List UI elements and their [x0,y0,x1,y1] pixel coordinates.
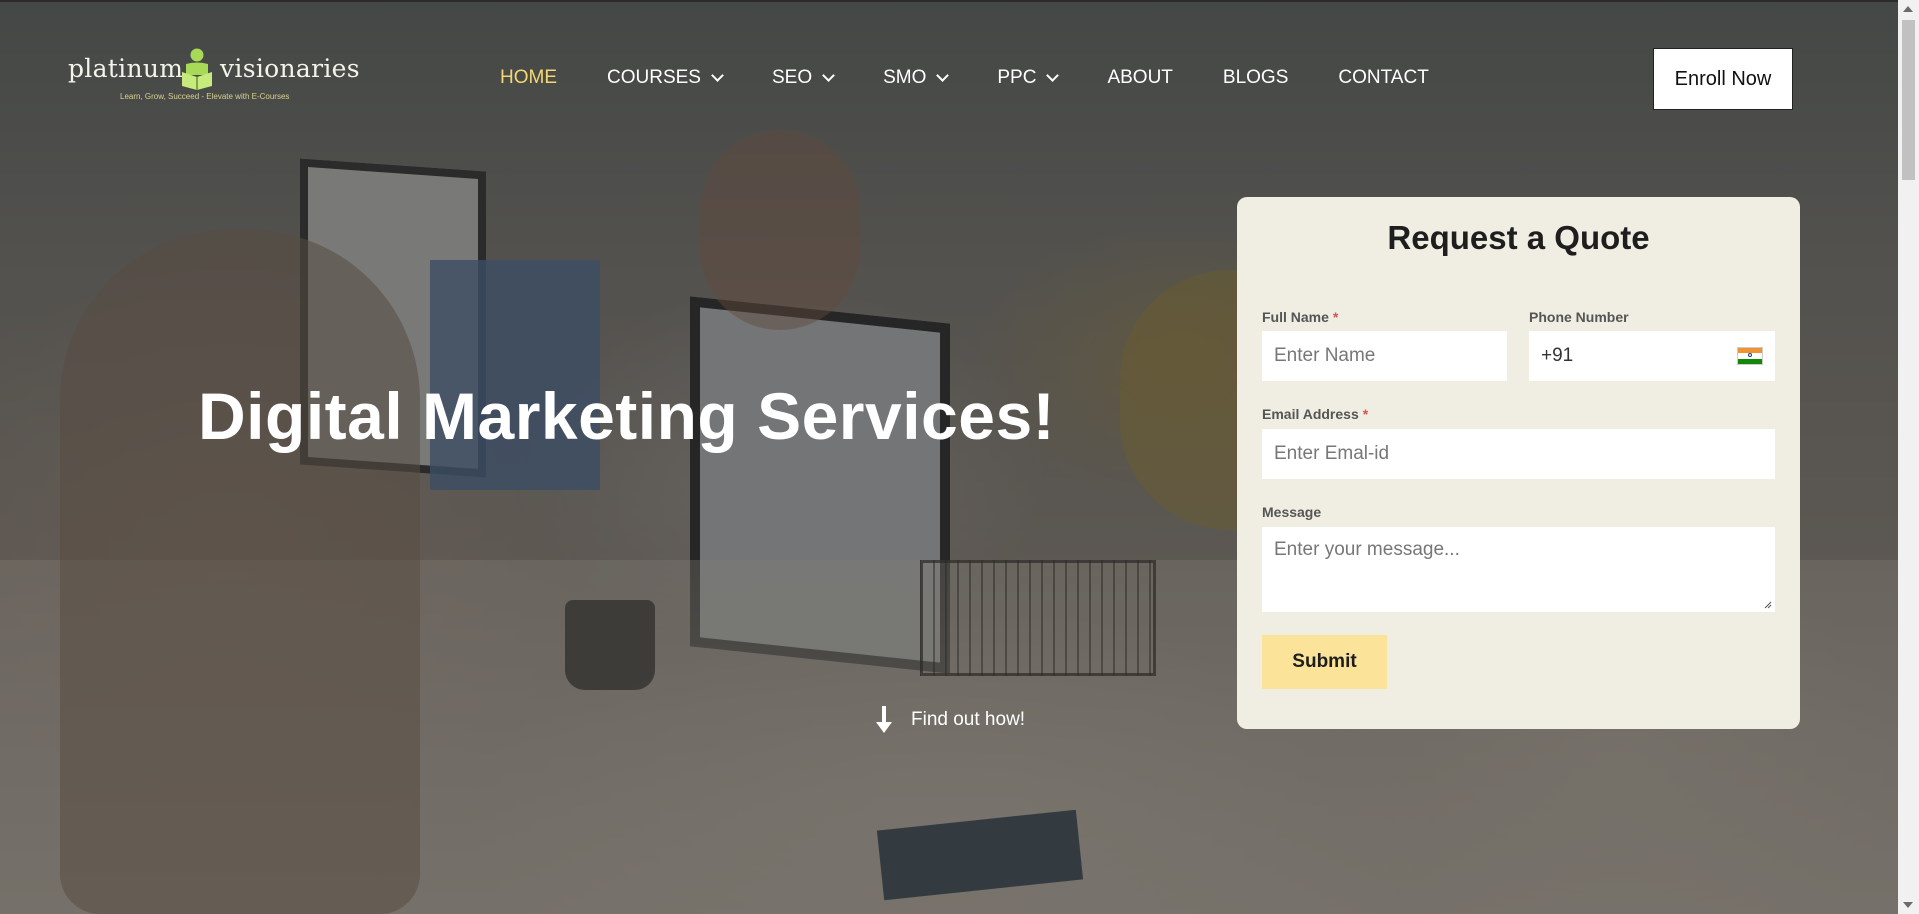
required-marker: * [1332,309,1339,325]
nav-item-label: SMO [883,67,927,88]
resize-grip-icon[interactable] [1762,599,1772,609]
main-nav: HOME COURSES SEO SMO PPC ABOUT BLOGS CON… [500,64,1479,92]
message-textarea[interactable] [1262,527,1775,612]
hero-title: Digital Marketing Services! [198,379,1056,453]
logo-tagline: Learn, Grow, Succeed - Elevate with E-Co… [120,92,290,101]
page-scrollbar[interactable] [1898,0,1919,914]
request-quote-form: Request a Quote Full Name* Phone Number … [1237,197,1800,729]
site-logo[interactable]: platinum visionaries Learn, Grow, Succee… [68,48,360,108]
nav-item-label: HOME [500,67,557,88]
scroll-down-icon[interactable] [1903,902,1913,908]
find-out-how-link[interactable]: Find out how! [875,706,1025,734]
full-name-label-text: Full Name [1262,309,1329,325]
arrow-down-icon [875,706,893,734]
chevron-down-icon [822,69,835,82]
email-label-text: Email Address [1262,406,1359,422]
nav-item-label: PPC [997,67,1037,88]
nav-item-label: COURSES [607,67,701,88]
logo-word-left: platinum [68,54,184,83]
email-label: Email Address * [1262,406,1368,422]
nav-item-contact[interactable]: CONTACT [1338,67,1428,89]
nav-item-label: CONTACT [1338,67,1429,88]
message-label: Message [1262,504,1322,520]
chevron-down-icon [711,69,724,82]
submit-button[interactable]: Submit [1262,635,1387,689]
nav-item-label: BLOGS [1222,67,1289,88]
nav-item-label: ABOUT [1107,67,1173,88]
nav-item-smo[interactable]: SMO [883,67,950,89]
india-flag-icon[interactable] [1737,347,1763,365]
phone-label: Phone Number [1529,309,1629,325]
scroll-up-icon[interactable] [1903,6,1913,12]
scrollbar-thumb[interactable] [1902,20,1915,180]
chevron-down-icon [936,69,950,82]
required-marker: * [1362,406,1369,422]
nav-item-home[interactable]: HOME [500,67,557,89]
person-reading-icon [182,48,212,90]
find-out-how-label: Find out how! [911,709,1026,730]
nav-item-blogs[interactable]: BLOGS [1223,67,1288,89]
full-name-label: Full Name * [1262,309,1338,325]
nav-item-label: SEO [771,67,813,88]
nav-item-ppc[interactable]: PPC [997,67,1060,89]
nav-item-about[interactable]: ABOUT [1107,67,1172,89]
nav-item-courses[interactable]: COURSES [607,67,724,89]
chevron-down-icon [1046,69,1060,82]
nav-item-seo[interactable]: SEO [771,67,835,89]
window-top-border [0,0,1919,2]
logo-word-right: visionaries [220,54,360,83]
email-input[interactable] [1262,429,1775,479]
form-title: Request a Quote [1387,219,1650,256]
enroll-now-button[interactable]: Enroll Now [1653,48,1793,110]
full-name-input[interactable] [1262,331,1507,381]
